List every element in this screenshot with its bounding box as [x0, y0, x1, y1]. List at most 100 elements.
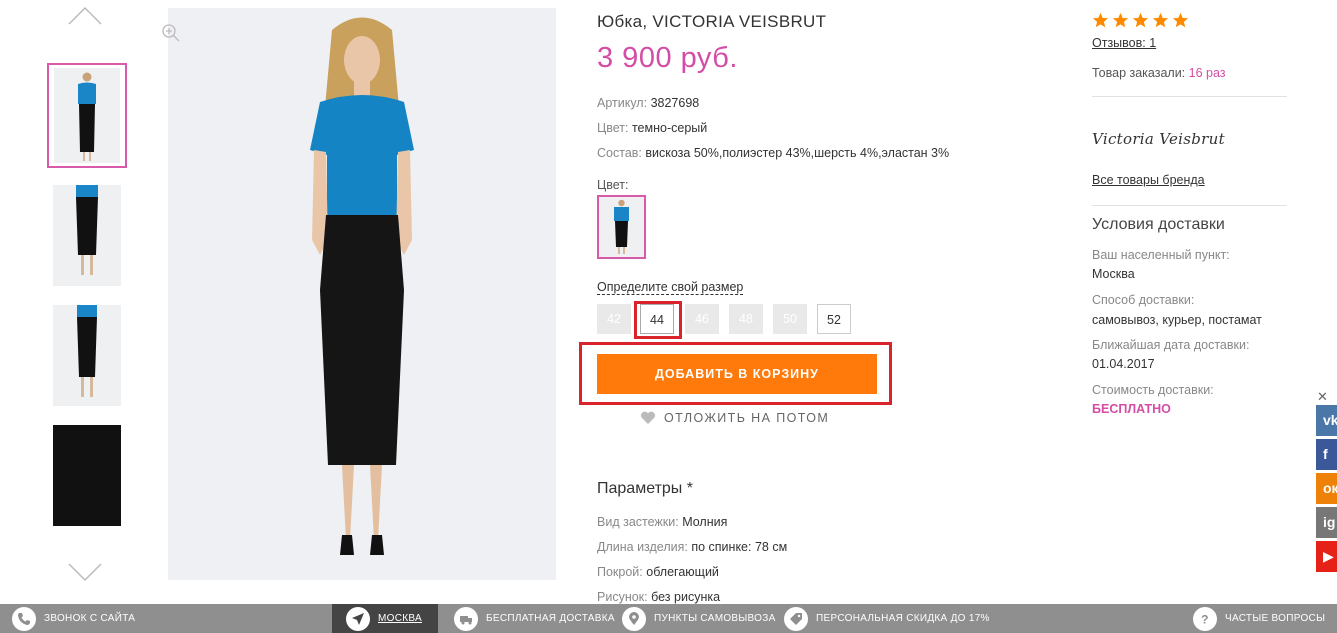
add-to-cart-button[interactable]: ДОБАВИТЬ В КОРЗИНУ [597, 354, 877, 394]
bottom-label: ЧАСТЫЕ ВОПРОСЫ [1225, 613, 1326, 624]
thumbnail-image [53, 305, 121, 406]
star-icon [1132, 12, 1149, 28]
bottom-bar: ЗВОНОК С САЙТА МОСКВА БЕСПЛАТНАЯ ДОСТАВК… [0, 604, 1337, 633]
bottom-label: ПУНКТЫ САМОВЫВОЗА [654, 613, 776, 624]
thumbnail-gallery [40, 0, 132, 600]
delivery-label: Стоимость доставки: [1092, 383, 1214, 397]
instagram-icon[interactable]: ig [1316, 507, 1337, 538]
size-option-50[interactable]: 50 [773, 304, 807, 334]
color-label: Цвет: [597, 178, 629, 192]
main-product-image[interactable] [168, 8, 556, 580]
save-for-later-button[interactable]: ОТЛОЖИТЬ НА ПОТОМ [640, 411, 829, 425]
thumbnail-image [53, 185, 121, 286]
facebook-icon[interactable]: f [1316, 439, 1337, 470]
bottom-label: МОСКВА [378, 613, 422, 624]
bottom-label: ЗВОНОК С САЙТА [44, 613, 136, 624]
bottom-label: БЕСПЛАТНАЯ ДОСТАВКА [486, 613, 615, 624]
param-value: Молния [682, 515, 728, 529]
star-icon [1172, 12, 1189, 28]
attr-composition: Состав: вискоза 50%,полиэстер 43%,шерсть… [597, 146, 949, 160]
thumbnail-up-arrow-icon[interactable] [67, 4, 103, 28]
thumbnail-3[interactable] [53, 305, 121, 406]
divider [1092, 96, 1287, 97]
thumbnail-1[interactable] [47, 63, 127, 168]
delivery-label: Ваш населенный пункт: [1092, 248, 1230, 262]
bottom-faq[interactable]: ? ЧАСТЫЕ ВОПРОСЫ [1193, 604, 1325, 633]
save-for-later-label: ОТЛОЖИТЬ НА ПОТОМ [664, 411, 830, 425]
thumbnail-down-arrow-icon[interactable] [67, 560, 103, 584]
svg-text:?: ? [1201, 612, 1209, 626]
star-icon [1092, 12, 1109, 28]
attr-value: 3827698 [650, 96, 700, 110]
delivery-label: Ближайшая дата доставки: [1092, 338, 1250, 352]
social-close-icon[interactable]: ✕ [1317, 389, 1328, 405]
instagram-glyph: ig [1323, 514, 1336, 530]
delivery-label: Способ доставки: [1092, 293, 1195, 307]
param-label: Длина изделия: [597, 540, 688, 554]
attr-value: вискоза 50%,полиэстер 43%,шерсть 4%,элас… [645, 146, 950, 160]
delivery-value: 01.04.2017 [1092, 357, 1155, 371]
bottom-city[interactable]: МОСКВА [332, 604, 438, 633]
attr-color: Цвет: темно-серый [597, 121, 707, 135]
bottom-label: ПЕРСОНАЛЬНАЯ СКИДКА ДО 17% [816, 613, 990, 624]
ordered-count: Товар заказали: 16 раз [1092, 66, 1226, 80]
param-value: без рисунка [651, 590, 721, 604]
attr-label: Состав: [597, 146, 642, 160]
location-arrow-icon [346, 606, 370, 631]
thumbnail-image [54, 68, 120, 163]
bottom-discount[interactable]: ПЕРСОНАЛЬНАЯ СКИДКА ДО 17% [784, 604, 990, 633]
attr-value: темно-серый [631, 121, 708, 135]
vk-icon[interactable]: vk [1316, 405, 1337, 436]
thumbnail-image [53, 425, 121, 526]
size-option-42[interactable]: 42 [597, 304, 631, 334]
question-icon: ? [1193, 606, 1217, 631]
phone-icon [12, 606, 36, 631]
size-option-52[interactable]: 52 [817, 304, 851, 334]
bottom-free-delivery[interactable]: БЕСПЛАТНАЯ ДОСТАВКА [454, 604, 615, 633]
params-title: Параметры * [597, 480, 693, 497]
bottom-callback[interactable]: ЗВОНОК С САЙТА [12, 604, 135, 633]
delivery-value: Москва [1092, 267, 1135, 281]
vk-glyph: vk [1323, 412, 1337, 428]
param-row: Покрой: облегающий [597, 565, 719, 579]
product-price: 3 900 руб. [597, 42, 738, 74]
attr-label: Артикул: [597, 96, 648, 110]
bottom-pickup-points[interactable]: ПУНКТЫ САМОВЫВОЗА [622, 604, 776, 633]
size-option-48[interactable]: 48 [729, 304, 763, 334]
divider [1092, 205, 1287, 206]
tag-icon [784, 606, 808, 631]
heart-icon [640, 411, 656, 424]
size-option-46[interactable]: 46 [685, 304, 719, 334]
star-icon [1112, 12, 1129, 28]
size-guide-link[interactable]: Определите свой размер [597, 280, 744, 295]
map-pin-icon [622, 606, 646, 631]
param-label: Рисунок: [597, 590, 648, 604]
ordered-value: 16 раз [1188, 66, 1226, 80]
facebook-glyph: f [1323, 446, 1328, 462]
youtube-icon[interactable]: ▶ [1316, 541, 1337, 572]
rating-stars [1092, 12, 1189, 29]
brand-logo[interactable]: Victoria Veisbrut [1092, 130, 1225, 148]
brand-all-products-link[interactable]: Все товары бренда [1092, 173, 1205, 187]
param-row: Рисунок: без рисунка [597, 590, 720, 604]
param-label: Вид застежки: [597, 515, 679, 529]
size-option-44[interactable]: 44 [640, 304, 674, 334]
delivery-cost-value: БЕСПЛАТНО [1092, 402, 1171, 416]
ordered-label: Товар заказали: [1092, 66, 1186, 80]
param-row: Вид застежки: Молния [597, 515, 727, 529]
youtube-glyph: ▶ [1323, 548, 1334, 564]
thumbnail-4[interactable] [53, 425, 121, 526]
star-icon [1152, 12, 1169, 28]
odnoklassniki-icon[interactable]: ок [1316, 473, 1337, 504]
reviews-link[interactable]: Отзывов: 1 [1092, 36, 1156, 50]
color-swatch[interactable] [597, 195, 646, 259]
param-value: облегающий [646, 565, 719, 579]
param-value: по спинке: 78 см [691, 540, 788, 554]
attr-label: Цвет: [597, 121, 629, 135]
odnoklassniki-glyph: ок [1323, 480, 1337, 496]
attr-article: Артикул: 3827698 [597, 96, 699, 110]
thumbnail-2[interactable] [53, 185, 121, 286]
delivery-title: Условия доставки [1092, 216, 1225, 233]
zoom-icon[interactable] [161, 23, 181, 43]
delivery-value: самовывоз, курьер, постамат [1092, 313, 1262, 327]
